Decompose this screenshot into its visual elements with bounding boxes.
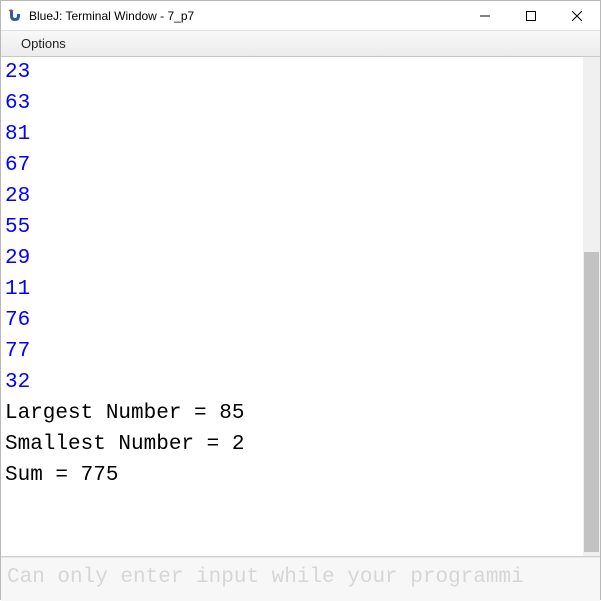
menu-bar: Options xyxy=(1,31,600,57)
title-bar: BlueJ: Terminal Window - 7_p7 xyxy=(1,1,600,31)
minimize-button[interactable] xyxy=(462,1,508,30)
app-icon xyxy=(7,8,23,24)
maximize-button[interactable] xyxy=(508,1,554,30)
window-title: BlueJ: Terminal Window - 7_p7 xyxy=(29,9,462,23)
input-hint-area[interactable]: Can only enter input while your programm… xyxy=(1,557,600,601)
terminal-container: 23 63 81 67 28 55 29 11 76 77 32 Largest… xyxy=(1,57,600,557)
close-button[interactable] xyxy=(554,1,600,30)
scrollbar[interactable] xyxy=(583,57,600,556)
menu-options[interactable]: Options xyxy=(15,34,72,53)
terminal-output: 23 63 81 67 28 55 29 11 76 77 32 Largest… xyxy=(1,57,600,556)
window-controls xyxy=(462,1,600,30)
scrollbar-thumb[interactable] xyxy=(584,252,599,552)
